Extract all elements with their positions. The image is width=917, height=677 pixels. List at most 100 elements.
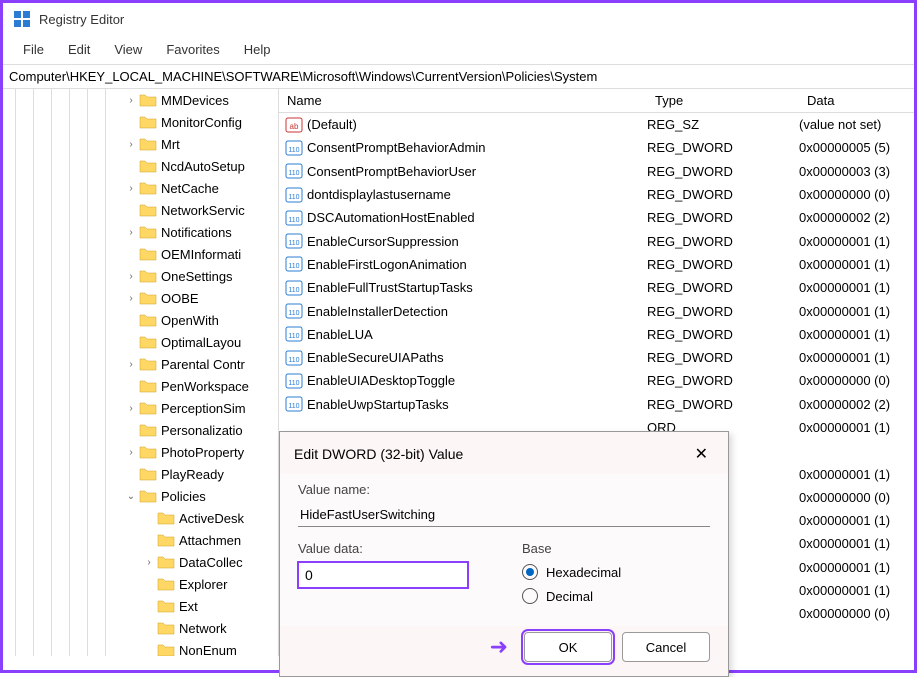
tree-item[interactable]: PenWorkspace: [3, 375, 278, 397]
row-data: 0x00000001 (1): [799, 467, 914, 482]
tree-item[interactable]: Ext: [3, 595, 278, 617]
tree-item[interactable]: OptimalLayou: [3, 331, 278, 353]
tree-item-label: NonEnum: [179, 643, 237, 657]
tree-item[interactable]: ActiveDesk: [3, 507, 278, 529]
chevron-icon[interactable]: ›: [125, 227, 137, 238]
tree-item[interactable]: Personalizatio: [3, 419, 278, 441]
chevron-icon[interactable]: ›: [125, 139, 137, 150]
list-row[interactable]: 110EnableFullTrustStartupTasksREG_DWORD0…: [279, 276, 914, 299]
col-type[interactable]: Type: [647, 89, 799, 112]
row-data: 0x00000001 (1): [799, 234, 914, 249]
chevron-icon[interactable]: ⌄: [125, 491, 137, 502]
ok-button[interactable]: OK: [524, 632, 612, 662]
svg-text:110: 110: [288, 403, 299, 410]
chevron-icon[interactable]: ›: [125, 447, 137, 458]
list-row[interactable]: 110dontdisplaylastusernameREG_DWORD0x000…: [279, 183, 914, 206]
value-data-field[interactable]: [298, 562, 468, 588]
row-data: 0x00000001 (1): [799, 304, 914, 319]
tree-item[interactable]: Network: [3, 617, 278, 639]
chevron-icon[interactable]: ›: [125, 183, 137, 194]
tree-item[interactable]: ›PerceptionSim: [3, 397, 278, 419]
row-type: REG_DWORD: [647, 257, 799, 272]
value-name-field[interactable]: [298, 503, 710, 527]
tree-item[interactable]: › OneSettings: [3, 265, 278, 287]
svg-text:110: 110: [288, 217, 299, 224]
list-row[interactable]: 110ConsentPromptBehaviorAdminREG_DWORD0x…: [279, 136, 914, 159]
tree-item[interactable]: NonEnum: [3, 639, 278, 656]
cancel-button[interactable]: Cancel: [622, 632, 710, 662]
svg-text:110: 110: [288, 170, 299, 177]
close-icon[interactable]: ✕: [689, 442, 714, 466]
tree-item[interactable]: OEMInformati: [3, 243, 278, 265]
col-data[interactable]: Data: [799, 89, 914, 112]
row-type: REG_DWORD: [647, 350, 799, 365]
tree-item-label: MMDevices: [161, 93, 229, 108]
list-row[interactable]: 110EnableSecureUIAPathsREG_DWORD0x000000…: [279, 346, 914, 369]
svg-text:110: 110: [288, 310, 299, 317]
tree-item[interactable]: ›NetCache: [3, 177, 278, 199]
tree-item-label: OOBE: [161, 291, 199, 306]
tree-item-label: NetworkServic: [161, 203, 245, 218]
tree-item[interactable]: › MMDevices: [3, 89, 278, 111]
tree-item[interactable]: MonitorConfig: [3, 111, 278, 133]
chevron-icon[interactable]: ›: [125, 293, 137, 304]
tree-item[interactable]: ›Parental Contr: [3, 353, 278, 375]
col-name[interactable]: Name: [279, 89, 647, 112]
list-row[interactable]: 110ConsentPromptBehaviorUserREG_DWORD0x0…: [279, 160, 914, 183]
row-type: REG_DWORD: [647, 187, 799, 202]
tree-item[interactable]: PlayReady: [3, 463, 278, 485]
list-row[interactable]: 110EnableUwpStartupTasksREG_DWORD0x00000…: [279, 393, 914, 416]
tree-item[interactable]: › OOBE: [3, 287, 278, 309]
window-title: Registry Editor: [39, 12, 124, 27]
menu-favorites[interactable]: Favorites: [156, 39, 229, 60]
row-name: dontdisplaylastusername: [307, 187, 647, 202]
tree-item-label: PenWorkspace: [161, 379, 249, 394]
tree-item-label: OneSettings: [161, 269, 233, 284]
row-name: EnableInstallerDetection: [307, 304, 647, 319]
base-label: Base: [522, 541, 710, 556]
svg-text:110: 110: [288, 240, 299, 247]
tree-item-label: Policies: [161, 489, 206, 504]
radio-decimal[interactable]: Decimal: [522, 588, 710, 604]
menu-file[interactable]: File: [13, 39, 54, 60]
list-row[interactable]: 110DSCAutomationHostEnabledREG_DWORD0x00…: [279, 206, 914, 229]
tree-item[interactable]: ›Mrt: [3, 133, 278, 155]
tree-item[interactable]: ›Notifications: [3, 221, 278, 243]
list-row[interactable]: 110EnableInstallerDetectionREG_DWORD0x00…: [279, 299, 914, 322]
edit-dword-dialog: Edit DWORD (32-bit) Value ✕ Value name: …: [279, 431, 729, 677]
row-data: 0x00000001 (1): [799, 560, 914, 575]
chevron-icon[interactable]: ›: [125, 95, 137, 106]
svg-text:110: 110: [288, 357, 299, 364]
chevron-icon[interactable]: ›: [125, 403, 137, 414]
list-row[interactable]: 110EnableFirstLogonAnimationREG_DWORD0x0…: [279, 253, 914, 276]
list-row[interactable]: 110EnableUIADesktopToggleREG_DWORD0x0000…: [279, 369, 914, 392]
tree-item[interactable]: NcdAutoSetup: [3, 155, 278, 177]
chevron-icon[interactable]: ›: [143, 557, 155, 568]
tree-item[interactable]: NetworkServic: [3, 199, 278, 221]
tree-item[interactable]: OpenWith: [3, 309, 278, 331]
menu-edit[interactable]: Edit: [58, 39, 100, 60]
row-name: EnableUwpStartupTasks: [307, 397, 647, 412]
list-row[interactable]: 110EnableCursorSuppressionREG_DWORD0x000…: [279, 229, 914, 252]
row-name: ConsentPromptBehaviorAdmin: [307, 140, 647, 155]
chevron-icon[interactable]: ›: [125, 359, 137, 370]
chevron-icon[interactable]: ›: [125, 271, 137, 282]
tree-item-label: Network: [179, 621, 227, 636]
tree-item[interactable]: Attachmen: [3, 529, 278, 551]
menu-help[interactable]: Help: [234, 39, 281, 60]
svg-text:110: 110: [288, 333, 299, 340]
address-bar[interactable]: Computer\HKEY_LOCAL_MACHINE\SOFTWARE\Mic…: [3, 64, 914, 89]
list-row[interactable]: ab(Default)REG_SZ(value not set): [279, 113, 914, 136]
row-data: (value not set): [799, 117, 914, 132]
tree-item-label: OpenWith: [161, 313, 219, 328]
row-data: 0x00000001 (1): [799, 513, 914, 528]
tree-item[interactable]: ⌄ Policies: [3, 485, 278, 507]
radio-hexadecimal[interactable]: Hexadecimal: [522, 564, 710, 580]
tree-item[interactable]: ›PhotoProperty: [3, 441, 278, 463]
tree-item[interactable]: ›DataCollec: [3, 551, 278, 573]
row-type: REG_DWORD: [647, 140, 799, 155]
menu-view[interactable]: View: [104, 39, 152, 60]
row-name: EnableFullTrustStartupTasks: [307, 280, 647, 295]
list-row[interactable]: 110EnableLUAREG_DWORD0x00000001 (1): [279, 323, 914, 346]
tree-item[interactable]: Explorer: [3, 573, 278, 595]
